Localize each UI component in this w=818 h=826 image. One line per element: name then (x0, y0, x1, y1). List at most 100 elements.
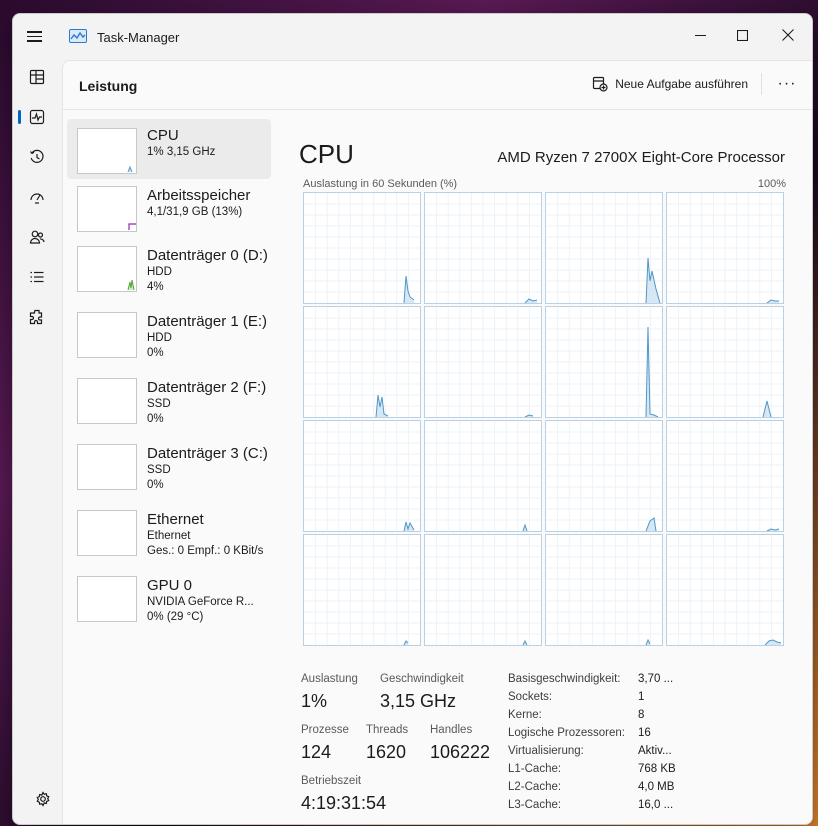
resource-type: SSD (147, 464, 171, 476)
performance-icon (29, 109, 45, 125)
spec-value: Aktiv... (638, 745, 672, 757)
new-task-icon (593, 76, 608, 92)
resource-disk-3[interactable]: Datenträger 3 (C:) SSD 0% (67, 439, 271, 503)
memory-thumbnail (77, 186, 137, 232)
resource-name: CPU (147, 127, 179, 144)
spec-value: 768 KB (638, 763, 676, 775)
nav-processes[interactable] (21, 61, 53, 93)
cpu-thumbnail (77, 128, 137, 174)
resource-detail: 4,1/31,9 GB (13%) (147, 206, 243, 218)
resource-name: Ethernet (147, 511, 204, 528)
spec-value: 8 (638, 709, 645, 721)
resource-type: SSD (147, 398, 171, 410)
disk-1-thumbnail (77, 312, 137, 358)
core-graph (303, 420, 421, 532)
hamburger-menu-icon[interactable] (27, 28, 49, 46)
resource-usage: Ges.: 0 Empf.: 0 KBit/s (147, 545, 264, 557)
core-graph (666, 420, 784, 532)
nav-performance[interactable] (18, 101, 53, 133)
detail-title: CPU (299, 139, 354, 169)
startup-icon (30, 193, 44, 204)
resource-type: HDD (147, 266, 172, 278)
more-icon: ··· (777, 75, 797, 92)
core-graphs-grid (303, 192, 787, 647)
spec-key: Virtualisierung: (508, 745, 584, 757)
resource-disk-2[interactable]: Datenträger 2 (F:) SSD 0% (67, 373, 271, 437)
resource-usage: 0% (147, 479, 164, 491)
disk-3-thumbnail (77, 444, 137, 490)
resource-usage: 4% (147, 281, 164, 293)
spec-value: 4,0 MB (638, 781, 675, 793)
cpu-model: AMD Ryzen 7 2700X Eight-Core Processor (497, 149, 785, 166)
resource-name: GPU 0 (147, 577, 193, 594)
minimize-button[interactable] (680, 20, 720, 50)
gear-icon (36, 791, 50, 807)
close-button[interactable] (768, 20, 808, 50)
processes-label: Prozesse (301, 724, 349, 736)
spec-key: Logische Prozessoren: (508, 727, 625, 739)
run-new-task-button[interactable]: Neue Aufgabe ausführen (592, 76, 748, 92)
resource-name: Datenträger 1 (E:) (147, 313, 268, 330)
threads-label: Threads (366, 724, 409, 736)
title-bar: Task-Manager (13, 14, 812, 60)
core-graph (424, 306, 542, 418)
run-new-task-label: Neue Aufgabe ausführen (615, 77, 748, 91)
nav-startup-apps[interactable] (21, 181, 53, 213)
history-icon (30, 149, 44, 163)
spec-key: Basisgeschwindigkeit: (508, 673, 621, 685)
core-graph (303, 306, 421, 418)
close-icon (782, 29, 794, 41)
gpu-0-thumbnail (77, 576, 137, 622)
core-graph (545, 534, 663, 646)
resource-disk-1[interactable]: Datenträger 1 (E:) HDD 0% (67, 307, 271, 371)
resource-gpu-0[interactable]: GPU 0 NVIDIA GeForce R... 0% (29 °C) (67, 571, 271, 635)
users-icon (29, 230, 45, 244)
resource-name: Arbeitsspeicher (147, 187, 251, 204)
resource-ethernet[interactable]: Ethernet Ethernet Ges.: 0 Empf.: 0 KBit/… (67, 505, 271, 569)
maximize-button[interactable] (722, 20, 762, 50)
ethernet-thumbnail (77, 510, 137, 556)
nav-details[interactable] (21, 261, 53, 293)
resource-name: Datenträger 2 (F:) (147, 379, 267, 396)
maximize-icon (736, 29, 748, 41)
spec-value: 16,0 ... (638, 799, 674, 811)
threads-value: 1620 (366, 742, 407, 762)
app-title: Task-Manager (97, 30, 180, 45)
header-divider (761, 73, 762, 95)
resource-memory[interactable]: Arbeitsspeicher 4,1/31,9 GB (13%) (67, 181, 271, 241)
settings-button[interactable] (27, 783, 59, 815)
details-icon (30, 271, 44, 283)
uptime-value: 4:19:31:54 (301, 793, 387, 813)
nav-services[interactable] (21, 301, 53, 333)
page-header: Leistung Neue Aufgabe ausführen ··· (63, 61, 812, 110)
processes-value: 124 (301, 742, 332, 762)
core-graph (666, 192, 784, 304)
nav-users[interactable] (21, 221, 53, 253)
nav-app-history[interactable] (21, 141, 53, 173)
disk-0-thumbnail (77, 246, 137, 292)
content-panel: Leistung Neue Aufgabe ausführen ··· CPU … (62, 60, 812, 824)
speed-label: Geschwindigkeit (380, 673, 464, 685)
resource-type: NVIDIA GeForce R... (147, 596, 254, 608)
core-graph (545, 306, 663, 418)
more-options-button[interactable]: ··· (776, 73, 798, 95)
graph-max-label: 100% (757, 178, 786, 190)
core-graph (666, 306, 784, 418)
task-manager-window: Task-Manager Leistung Neue Aufgabe ausfü… (12, 13, 813, 825)
speed-value: 3,15 GHz (380, 691, 457, 711)
resource-usage: 0% (147, 413, 164, 425)
utilization-value: 1% (301, 691, 328, 711)
resource-usage: 0% (29 °C) (147, 611, 204, 623)
resource-disk-0[interactable]: Datenträger 0 (D:) HDD 4% (67, 241, 271, 305)
handles-value: 106222 (430, 742, 491, 762)
resource-detail: 1% 3,15 GHz (147, 146, 216, 158)
processes-icon (29, 69, 45, 85)
resource-cpu[interactable]: CPU 1% 3,15 GHz (67, 119, 271, 179)
resource-type: HDD (147, 332, 172, 344)
spec-key: Kerne: (508, 709, 542, 721)
uptime-label: Betriebszeit (301, 775, 362, 787)
resource-name: Datenträger 0 (D:) (147, 247, 268, 264)
core-graph (545, 192, 663, 304)
core-graph (303, 192, 421, 304)
spec-key: Sockets: (508, 691, 553, 703)
